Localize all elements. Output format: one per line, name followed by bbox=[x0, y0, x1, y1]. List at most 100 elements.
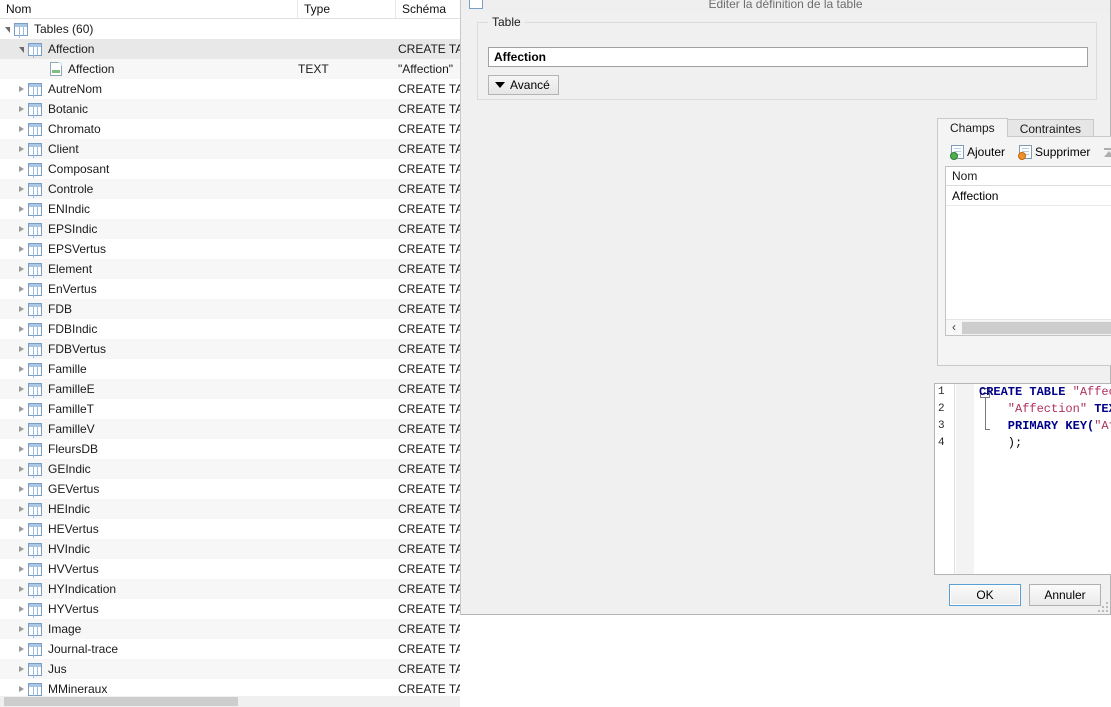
tree-table-row[interactable]: FDBIndic CREATE TA bbox=[0, 319, 460, 339]
tree-table-row[interactable]: EPSVertus CREATE TA bbox=[0, 239, 460, 259]
tree-table-row[interactable]: MMineraux CREATE TABLE "MMineraux" ( "Num… bbox=[0, 679, 460, 696]
tree-root-tables[interactable]: Tables (60) bbox=[0, 19, 460, 39]
tree-row-type: TEXT bbox=[298, 62, 329, 76]
fields-grid-horizontal-scrollbar[interactable]: ‹ › bbox=[946, 319, 1111, 335]
resize-grip[interactable] bbox=[1098, 602, 1108, 612]
tree-table-row[interactable]: HEVertus CREATE TA bbox=[0, 519, 460, 539]
tree-table-row[interactable]: GEVertus CREATE TA bbox=[0, 479, 460, 499]
expand-collapse-icon[interactable] bbox=[14, 639, 28, 659]
tree-table-row[interactable]: Controle CREATE TA bbox=[0, 179, 460, 199]
scroll-left-icon[interactable]: ‹ bbox=[946, 320, 962, 335]
tree-table-row[interactable]: Jus CREATE TABLE "Jus" ( "Jus" TEXT, "Ver… bbox=[0, 659, 460, 679]
fg-col-nom[interactable]: Nom bbox=[946, 167, 1111, 185]
table-name-input[interactable]: Affection bbox=[488, 47, 1088, 67]
expand-collapse-icon[interactable] bbox=[14, 539, 28, 559]
expand-collapse-icon[interactable] bbox=[14, 459, 28, 479]
tree-table-row[interactable]: Image CREATE TABLE "Image" ( "NumM" INTEG… bbox=[0, 619, 460, 639]
table-icon bbox=[28, 362, 42, 376]
expand-collapse-icon[interactable] bbox=[14, 279, 28, 299]
expand-collapse-icon[interactable] bbox=[14, 199, 28, 219]
tree-table-row[interactable]: EPSIndic CREATE TA bbox=[0, 219, 460, 239]
expand-collapse-icon[interactable] bbox=[14, 299, 28, 319]
expand-collapse-icon[interactable] bbox=[14, 399, 28, 419]
dialog-titlebar[interactable]: Éditer la définition de la table bbox=[461, 0, 1110, 12]
expand-collapse-icon[interactable] bbox=[14, 599, 28, 619]
fields-scrollbar-thumb[interactable] bbox=[962, 321, 1111, 334]
tree-table-row[interactable]: FleursDB CREATE TA bbox=[0, 439, 460, 459]
tab-champs[interactable]: Champs bbox=[937, 118, 1008, 137]
expand-collapse-icon[interactable] bbox=[14, 239, 28, 259]
tree-table-row[interactable]: Famille CREATE TA bbox=[0, 359, 460, 379]
tree-table-row[interactable]: HYIndication CREATE TA bbox=[0, 579, 460, 599]
cancel-button[interactable]: Annuler bbox=[1029, 584, 1101, 606]
tree-table-row[interactable]: FDBVertus CREATE TA bbox=[0, 339, 460, 359]
expand-collapse-icon[interactable] bbox=[36, 59, 50, 79]
expand-collapse-icon[interactable] bbox=[0, 19, 14, 39]
tree-table-row[interactable]: Journal-trace CREATE TABLE "Journal-trace… bbox=[0, 639, 460, 659]
tree-table-row[interactable]: HVIndic CREATE TA bbox=[0, 539, 460, 559]
column-header-nom[interactable]: Nom bbox=[0, 0, 298, 18]
move-top-button[interactable]: Monter au début bbox=[1097, 141, 1111, 163]
expand-collapse-icon[interactable] bbox=[14, 159, 28, 179]
tree-scrollbar-thumb[interactable] bbox=[4, 697, 238, 706]
expand-collapse-icon[interactable] bbox=[14, 319, 28, 339]
expand-collapse-icon[interactable] bbox=[14, 559, 28, 579]
expand-collapse-icon[interactable] bbox=[14, 259, 28, 279]
expand-collapse-icon[interactable] bbox=[14, 339, 28, 359]
expand-collapse-icon[interactable] bbox=[14, 659, 28, 679]
tree-table-row[interactable]: FDB CREATE TA bbox=[0, 299, 460, 319]
expand-collapse-icon[interactable] bbox=[14, 499, 28, 519]
column-header-type[interactable]: Type bbox=[298, 0, 396, 18]
expand-collapse-icon[interactable] bbox=[14, 479, 28, 499]
expand-collapse-icon[interactable] bbox=[14, 519, 28, 539]
expand-collapse-icon[interactable] bbox=[14, 219, 28, 239]
tree-row-schema: CREATE TABLE "Jus" ( "Jus" TEXT, "Vertus… bbox=[398, 662, 460, 676]
expand-collapse-icon[interactable] bbox=[14, 439, 28, 459]
tree-horizontal-scrollbar[interactable] bbox=[0, 696, 460, 707]
expand-collapse-icon[interactable] bbox=[14, 99, 28, 119]
add-field-button[interactable]: Ajouter bbox=[944, 141, 1012, 163]
expand-collapse-icon[interactable] bbox=[14, 379, 28, 399]
tree-row-schema: CREATE TA bbox=[398, 242, 460, 256]
expand-collapse-icon[interactable] bbox=[14, 679, 28, 696]
tree-table-row[interactable]: FamilleE CREATE TA bbox=[0, 379, 460, 399]
sql-line-2: "Affection" TEXT NOT NULL UNIQUE, bbox=[979, 402, 1111, 416]
expand-collapse-icon[interactable] bbox=[14, 39, 28, 59]
tree-table-row[interactable]: Element CREATE TA bbox=[0, 259, 460, 279]
advanced-button[interactable]: Avancé bbox=[488, 75, 559, 95]
field-name-cell[interactable]: Affection bbox=[946, 186, 1111, 206]
tree-table-row[interactable]: Botanic CREATE TA bbox=[0, 99, 460, 119]
expand-collapse-icon[interactable] bbox=[14, 359, 28, 379]
expand-collapse-icon[interactable] bbox=[14, 139, 28, 159]
tree-table-row[interactable]: ENIndic CREATE TA bbox=[0, 199, 460, 219]
tree-table-row[interactable]: Composant CREATE TA bbox=[0, 159, 460, 179]
tree-table-row[interactable]: Affection CREATE TA bbox=[0, 39, 460, 59]
sql-preview-editor[interactable]: 1 2 3 4 CREATE TABLE "Affection" ( "Affe… bbox=[934, 383, 1111, 575]
fields-scrollbar-track[interactable] bbox=[962, 320, 1111, 335]
expand-collapse-icon[interactable] bbox=[14, 619, 28, 639]
sql-line-number: 2 bbox=[938, 403, 945, 415]
tree-table-row[interactable]: Client CREATE TA bbox=[0, 139, 460, 159]
tree-table-row[interactable]: HVVertus CREATE TA bbox=[0, 559, 460, 579]
tree-table-row[interactable]: FamilleV CREATE TA bbox=[0, 419, 460, 439]
tab-contraintes[interactable]: Contraintes bbox=[1006, 119, 1095, 137]
sql-fold-margin[interactable] bbox=[956, 384, 990, 574]
tree-table-row[interactable]: AutreNom CREATE TA bbox=[0, 79, 460, 99]
table-row[interactable]: Affection TEXT bbox=[946, 186, 1111, 206]
expand-collapse-icon[interactable] bbox=[14, 119, 28, 139]
tree-table-row[interactable]: EnVertus CREATE TA bbox=[0, 279, 460, 299]
column-header-schema[interactable]: Schéma bbox=[396, 0, 460, 18]
tree-table-row[interactable]: HYVertus CREATE TA bbox=[0, 599, 460, 619]
tree-table-row[interactable]: FamilleT CREATE TA bbox=[0, 399, 460, 419]
tree-field-row[interactable]: Affection TEXT "Affection" bbox=[0, 59, 460, 79]
tree-table-row[interactable]: HEIndic CREATE TA bbox=[0, 499, 460, 519]
delete-field-button[interactable]: Supprimer bbox=[1012, 141, 1097, 163]
tree-table-row[interactable]: Chromato CREATE TA bbox=[0, 119, 460, 139]
expand-collapse-icon[interactable] bbox=[14, 419, 28, 439]
ok-button[interactable]: OK bbox=[949, 584, 1021, 606]
expand-collapse-icon[interactable] bbox=[14, 179, 28, 199]
tree-table-row[interactable]: GEIndic CREATE TA bbox=[0, 459, 460, 479]
tree-row-label: HVVertus bbox=[48, 562, 99, 576]
expand-collapse-icon[interactable] bbox=[14, 79, 28, 99]
expand-collapse-icon[interactable] bbox=[14, 579, 28, 599]
